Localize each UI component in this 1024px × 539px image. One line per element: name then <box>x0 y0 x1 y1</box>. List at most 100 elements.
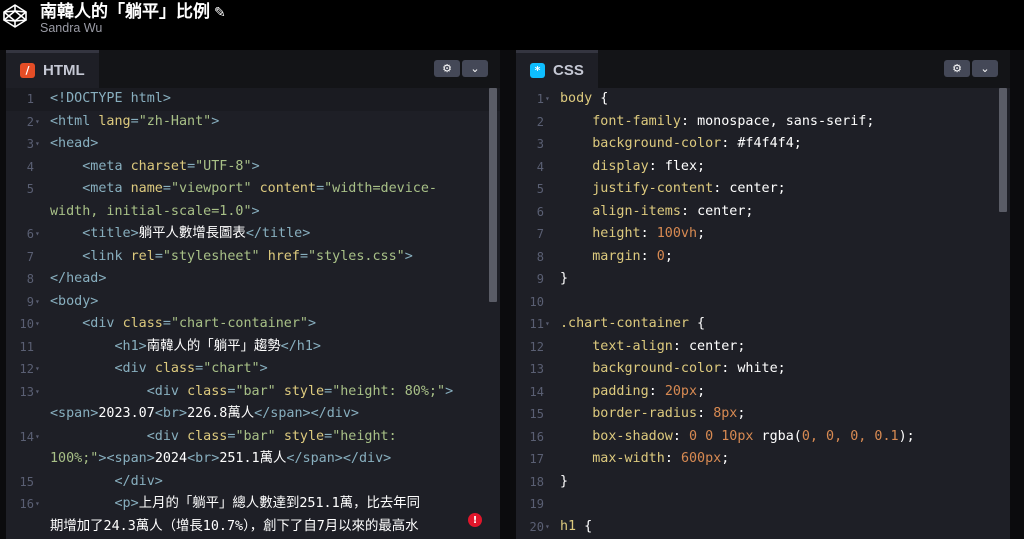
code-line[interactable]: 14 ▾ <div class="bar" style="height: <box>6 426 500 449</box>
code-line[interactable]: 15 </div> <box>6 471 500 494</box>
tab-html[interactable]: / HTML <box>6 50 99 88</box>
code-line[interactable]: <span>2023.07<br>226.8萬人</span></div> <box>6 403 500 426</box>
fold-arrow-icon[interactable]: ▾ <box>35 426 40 449</box>
code-line[interactable]: 12 text-align: center; <box>516 336 1010 359</box>
code-line[interactable]: 4 <meta charset="UTF-8"> <box>6 156 500 179</box>
html-settings-button[interactable]: ⚙ <box>434 60 460 77</box>
line-number: 12 <box>529 339 544 354</box>
code-line[interactable]: 8 margin: 0; <box>516 246 1010 269</box>
code-text: padding: 20px; <box>560 381 705 404</box>
pane-resizer[interactable] <box>500 50 516 539</box>
code-line[interactable]: 19 <box>516 493 1010 516</box>
code-line[interactable]: 3 background-color: #f4f4f4; <box>516 133 1010 156</box>
fold-arrow-icon[interactable]: ▾ <box>545 516 550 539</box>
pen-title[interactable]: 南韓人的「躺平」比例 ✎ <box>40 0 226 22</box>
code-line[interactable]: 4 display: flex; <box>516 156 1010 179</box>
code-line[interactable]: 16 ▾ <p>上月的「躺平」總人數達到251.1萬，比去年同 <box>6 493 500 516</box>
css-settings-button[interactable]: ⚙ <box>944 60 970 77</box>
code-line[interactable]: 100%;"><span>2024<br>251.1萬人</span></div… <box>6 448 500 471</box>
fold-arrow-icon[interactable]: ▾ <box>35 358 40 381</box>
html-code-editor[interactable]: 1 <!DOCTYPE html> 2 ▾ <html lang="zh-Hant"> 3… <box>6 88 500 539</box>
code-line[interactable]: 2 font-family: monospace, sans-serif; <box>516 111 1010 134</box>
code-token: { <box>576 518 593 534</box>
code-text: <!DOCTYPE html> <box>50 88 171 111</box>
code-line[interactable]: 15 border-radius: 8px; <box>516 403 1010 426</box>
line-number: 9 <box>536 272 544 286</box>
code-token: </span></div> <box>254 406 359 421</box>
code-line[interactable]: 1 ▾ body { <box>516 88 1010 111</box>
code-line[interactable]: 9 ▾ <body> <box>6 291 500 314</box>
code-token: "stylesheet" <box>162 248 260 264</box>
code-text: font-family: monospace, sans-serif; <box>560 111 874 134</box>
fold-arrow-icon[interactable]: ▾ <box>35 111 40 134</box>
code-line[interactable]: 14 padding: 20px; <box>516 381 1010 404</box>
code-token: : <box>697 406 714 421</box>
code-token: : <box>680 113 698 129</box>
fold-arrow-icon[interactable]: ▾ <box>545 313 550 336</box>
code-line[interactable]: 8 </head> <box>6 268 500 291</box>
code-token: : <box>672 338 689 354</box>
css-collapse-button[interactable]: ⌄ <box>972 60 998 77</box>
code-line[interactable]: 5 justify-content: center; <box>516 178 1010 201</box>
code-line[interactable]: 7 height: 100vh; <box>516 223 1010 246</box>
fold-arrow-icon[interactable]: ▾ <box>545 88 550 111</box>
code-line[interactable]: 11 ▾ .chart-container { <box>516 313 1010 336</box>
line-number: 15 <box>19 474 34 489</box>
code-line[interactable]: 17 max-width: 600px; <box>516 448 1010 471</box>
code-line[interactable]: 3 ▾ <head> <box>6 133 500 156</box>
code-token: > <box>259 361 268 376</box>
code-text: height: 100vh; <box>560 223 705 246</box>
code-line[interactable]: 18} <box>516 471 1010 494</box>
error-icon[interactable]: ! <box>468 513 482 527</box>
html-scrollbar[interactable] <box>489 88 497 302</box>
code-token: border-radius <box>560 406 698 421</box>
code-line[interactable]: 6 align-items: center; <box>516 201 1010 224</box>
code-line[interactable]: 10 <box>516 291 1010 314</box>
code-token: <body> <box>50 293 99 309</box>
html-collapse-button[interactable]: ⌄ <box>462 60 488 77</box>
code-token: 躺平人數增長圖表 <box>138 226 246 241</box>
codepen-logo-icon[interactable] <box>2 3 28 29</box>
code-line[interactable]: 13 ▾ <div class="bar" style="height: 80%;… <box>6 381 500 404</box>
code-token: "width=device- <box>324 181 437 196</box>
code-line[interactable]: 2 ▾ <html lang="zh-Hant"> <box>6 111 500 134</box>
code-text: <link rel="stylesheet" href="styles.css"… <box>50 246 413 269</box>
code-line[interactable]: 10 ▾ <div class="chart-container"> <box>6 313 500 336</box>
code-token: background-color <box>560 136 722 151</box>
code-token: 上月的「躺平」總人數達到251.1萬，比去年同 <box>138 496 421 511</box>
fold-arrow-icon[interactable]: ▾ <box>35 133 40 156</box>
code-token: height <box>560 226 641 241</box>
tab-css[interactable]: * CSS <box>516 50 598 88</box>
code-line[interactable]: 16 box-shadow: 0 0 10px rgba(0, 0, 0, 0.… <box>516 426 1010 449</box>
css-scrollbar[interactable] <box>999 88 1007 212</box>
code-token: <div <box>50 316 123 331</box>
code-token: <link <box>50 248 131 264</box>
line-number <box>6 403 44 426</box>
code-line[interactable]: 9} <box>516 268 1010 291</box>
code-line[interactable]: width, initial-scale=1.0"> <box>6 201 500 224</box>
code-line[interactable]: 13 background-color: white; <box>516 358 1010 381</box>
fold-arrow-icon[interactable]: ▾ <box>35 381 40 404</box>
code-line[interactable]: 1 <!DOCTYPE html> <box>6 88 500 111</box>
fold-arrow-icon[interactable]: ▾ <box>35 313 40 336</box>
fold-arrow-icon[interactable]: ▾ <box>35 493 40 516</box>
code-token: <head> <box>50 136 99 151</box>
code-line[interactable]: 7 <link rel="stylesheet" href="styles.cs… <box>6 246 500 269</box>
fold-arrow-icon[interactable]: ▾ <box>35 291 40 314</box>
code-line[interactable]: 11 <h1>南韓人的「躺平」趨勢</h1> <box>6 336 500 359</box>
pencil-icon[interactable]: ✎ <box>214 5 226 21</box>
code-token: : <box>680 203 698 219</box>
css-code-editor[interactable]: 1 ▾ body {2 font-family: monospace, sans-s… <box>516 88 1010 539</box>
fold-arrow-icon[interactable]: ▾ <box>35 223 40 246</box>
code-line[interactable]: 12 ▾ <div class="chart"> <box>6 358 500 381</box>
code-token: "viewport" <box>170 181 252 196</box>
pen-author[interactable]: Sandra Wu <box>40 21 102 35</box>
code-line[interactable]: 5 <meta name="viewport" content="width=d… <box>6 178 500 201</box>
code-token: <html <box>50 113 99 129</box>
code-line[interactable]: 6 ▾ <title>躺平人數增長圖表</title> <box>6 223 500 246</box>
code-line[interactable]: 期增加了24.3萬人（增長10.7%），創下了自7月以來的最高水 <box>6 516 500 539</box>
code-token: } <box>560 271 569 286</box>
code-line[interactable]: 20 ▾ h1 { <box>516 516 1010 539</box>
code-text: <div class="bar" style="height: 80%;"> <box>50 381 453 404</box>
code-token: 8px <box>713 406 738 421</box>
